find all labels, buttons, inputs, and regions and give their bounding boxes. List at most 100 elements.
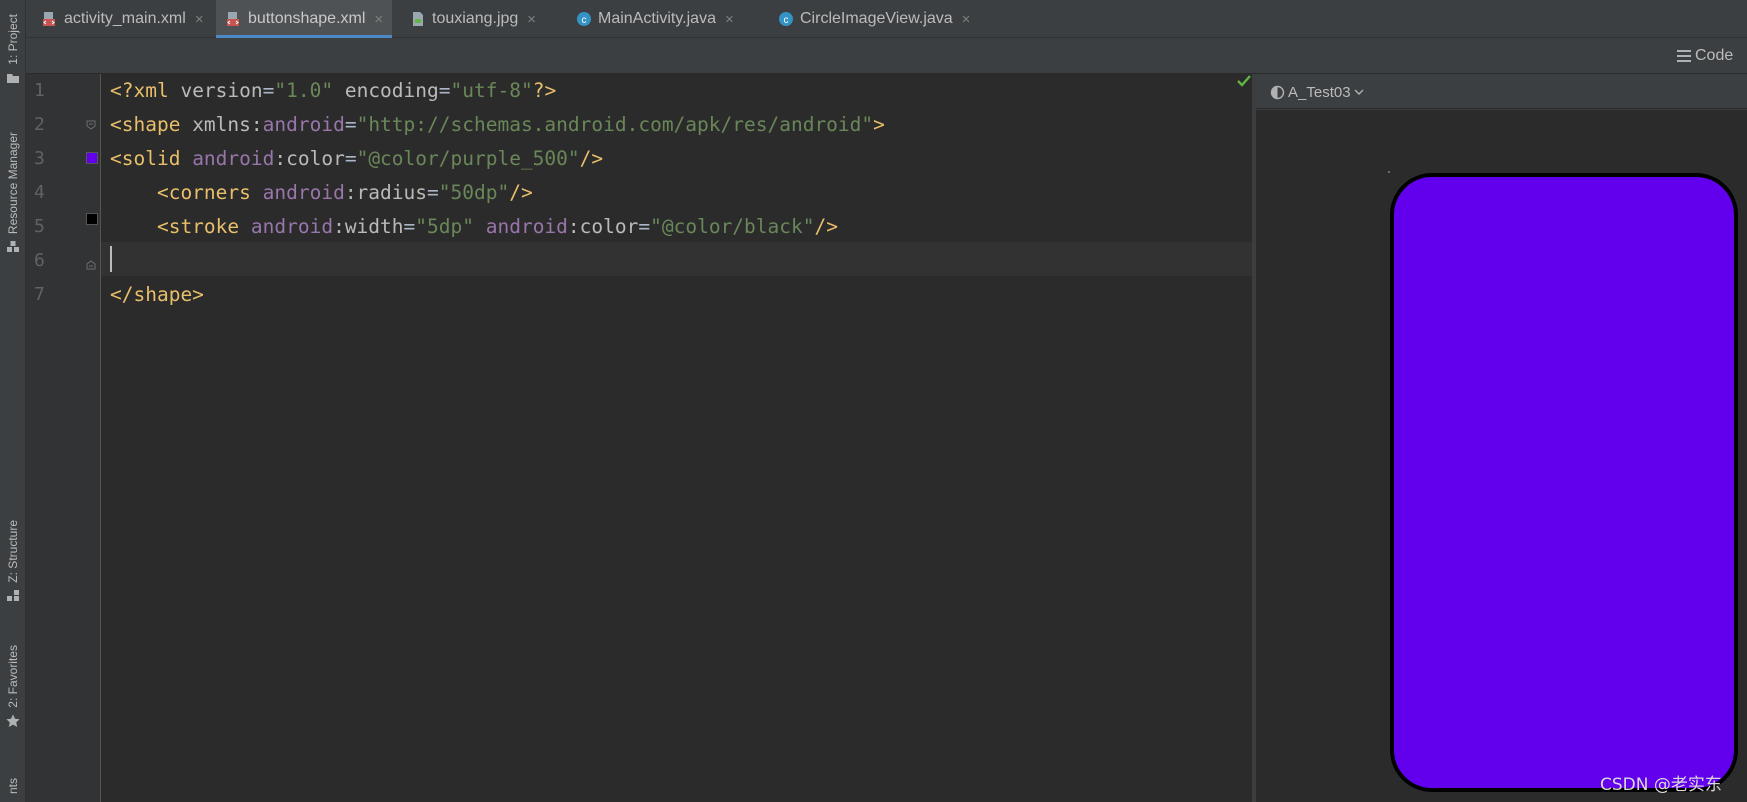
code-token: android [485,215,568,238]
theme-label: A_Test03 [1288,83,1351,101]
project-tool-label: 1: Project [6,14,20,65]
code-token: <shape [110,113,193,136]
shape-preview [1390,173,1738,792]
code-line: </shape> [110,278,204,312]
favorites-tool-button[interactable]: 2: Favorites [1,645,25,728]
code-token: <stroke [110,215,251,238]
favorites-tool-label: 2: Favorites [6,645,20,708]
code-token: version [180,79,263,102]
chevron-down-icon [1354,89,1364,95]
tab-mainactivity-java[interactable]: c MainActivity.java × [566,0,766,38]
close-icon[interactable]: × [374,11,383,28]
image-file-icon [413,12,423,26]
code-line: <stroke android:width="5dp" android:colo… [110,210,838,244]
code-token: "50dp" [438,181,510,204]
fold-close-icon[interactable] [86,260,96,270]
resource-manager-tool-label: Resource Manager [6,132,20,235]
tab-activity-main-xml[interactable]: activity_main.xml × [32,0,214,38]
tab-label: touxiang.jpg [432,10,519,27]
code-token: = [638,215,651,238]
tab-label: CircleImageView.java [800,10,953,27]
fold-open-icon[interactable] [86,120,96,130]
tab-buttonshape-xml[interactable]: buttonshape.xml × [216,0,392,38]
structure-tool-label: Z: Structure [6,520,20,583]
code-token: = [344,113,357,136]
code-token: <?xml [110,79,181,102]
code-token: "utf-8" [450,79,533,102]
code-editor[interactable]: <?xml version="1.0" encoding="utf-8"?> <s… [101,74,1252,802]
editor-toolbar: Code [26,38,1747,74]
code-token: = [344,147,357,170]
code-token: <solid [110,147,193,170]
line-number: 6 [34,250,45,271]
line-number: 7 [34,284,45,305]
code-token: </shape> [110,283,204,306]
code-token: "@color/purple_500" [356,147,580,170]
text-caret [110,246,112,272]
svg-text:c: c [582,15,587,26]
code-line: <corners android:radius="50dp"/> [110,176,533,210]
theme-icon [1270,85,1285,99]
code-token: :width [333,215,404,238]
java-class-icon: c [577,12,591,26]
code-view-button[interactable]: Code [1677,45,1733,67]
code-token: android [262,181,345,204]
color-swatch-purple[interactable] [86,152,98,164]
close-icon[interactable]: × [725,11,734,28]
structure-tool-button[interactable]: Z: Structure [1,520,25,603]
structure-icon [7,589,19,601]
code-token: "http://schemas.android.com/apk/res/andr… [356,113,874,136]
resource-manager-tool-button[interactable]: Resource Manager [1,132,25,254]
code-token: "1.0" [274,79,334,102]
code-token: :radius [344,181,427,204]
close-icon[interactable]: × [195,11,204,28]
preview-toolbar: A_Test03 [1256,74,1747,109]
editor-gutter: 1 2 3 4 5 6 7 [26,74,101,802]
svg-text:c: c [784,15,789,26]
watermark: CSDN @老实东 [1600,775,1722,795]
theme-selector[interactable]: A_Test03 [1270,81,1364,103]
tool-window-strip: 1: Project Resource Manager Z: Structure… [0,0,26,802]
line-number: 1 [34,80,45,101]
code-token: > [873,113,885,136]
code-token: ?> [532,79,557,102]
code-token: <corners [110,181,263,204]
code-view-label: Code [1695,47,1734,64]
xml-layout-icon [43,12,55,26]
canvas-marker [1388,171,1390,173]
code-line: <?xml version="1.0" encoding="utf-8"?> [110,74,556,108]
code-token: /> [814,215,838,238]
java-class-icon: c [779,12,793,26]
color-swatch-black[interactable] [86,213,98,225]
editor-tab-bar: activity_main.xml × buttonshape.xml × to… [26,0,1747,38]
code-line: <solid android:color="@color/purple_500"… [110,142,603,176]
code-token: encoding [333,79,439,102]
tab-label: buttonshape.xml [248,10,366,27]
star-icon [6,714,20,727]
build-variants-tool-button[interactable]: nts [1,778,25,794]
close-icon[interactable]: × [527,11,536,28]
code-token: = [262,79,275,102]
code-token: xmlns: [192,113,263,136]
resource-icon [7,241,19,253]
project-tool-button[interactable]: 1: Project [1,14,25,85]
code-token: /> [509,181,533,204]
close-icon[interactable]: × [962,11,971,28]
code-token: :color [274,147,345,170]
tab-touxiang-jpg[interactable]: touxiang.jpg × [400,0,568,38]
code-token: = [438,79,451,102]
tab-label: MainActivity.java [598,10,716,27]
inspection-ok-icon[interactable] [1236,74,1252,88]
line-number: 2 [34,114,45,135]
code-token: :color [567,215,639,238]
line-number: 3 [34,148,45,169]
code-token: android [250,215,334,238]
code-token: = [403,215,416,238]
current-line-highlight [101,242,1252,276]
code-token: android [262,113,345,136]
line-number: 5 [34,216,45,237]
code-token: = [427,181,439,204]
tab-label: activity_main.xml [64,10,186,27]
tab-circleimageview-java[interactable]: c CircleImageView.java × [768,0,990,38]
code-token: android [192,147,275,170]
